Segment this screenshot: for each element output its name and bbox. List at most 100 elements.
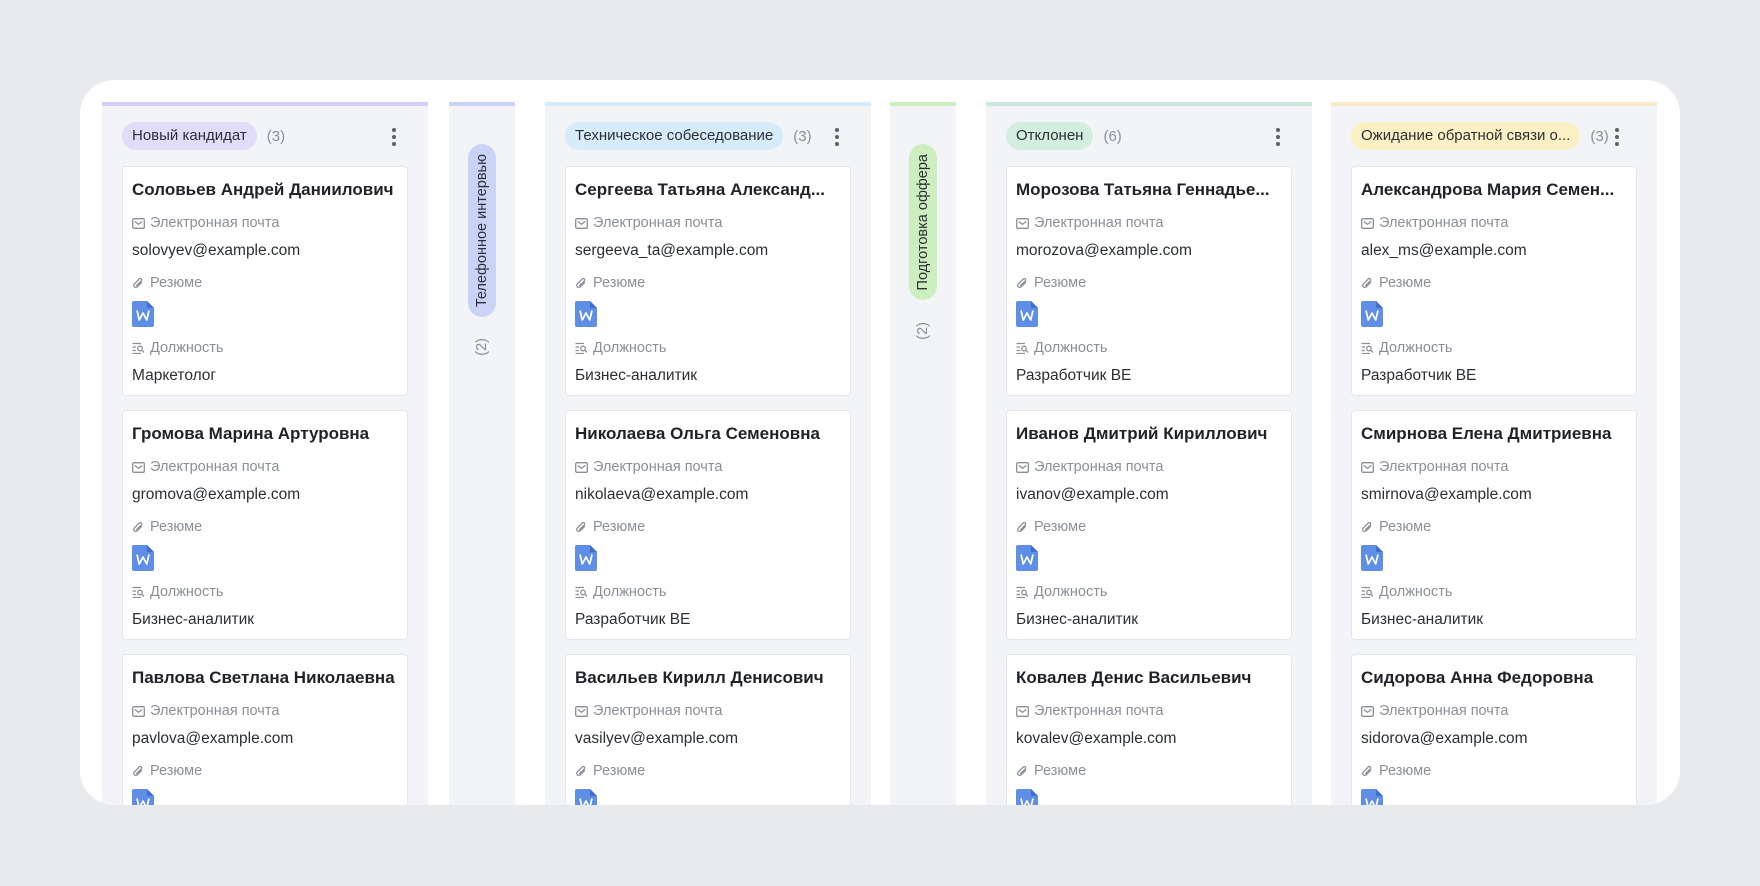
resume-label-text: Резюме xyxy=(1379,763,1432,779)
candidate-name[interactable]: Иванов Дмитрий Кириллович xyxy=(1016,411,1282,446)
column-tag[interactable]: Техническое собеседование xyxy=(565,122,784,150)
email-value[interactable]: kovalev@example.com xyxy=(1016,730,1282,750)
column-menu-icon[interactable] xyxy=(1607,126,1627,148)
column-title: Телефонное интервью xyxy=(474,154,490,308)
email-value[interactable]: vasilyev@example.com xyxy=(575,730,841,750)
candidate-name[interactable]: Александрова Мария Семен... xyxy=(1361,167,1627,202)
candidate-card[interactable]: Соловьев Андрей Даниилович Электронная по… xyxy=(122,166,408,396)
email-label: Электронная почта xyxy=(1361,702,1627,720)
candidate-card[interactable]: Николаева Ольга Семеновна Электронная поч… xyxy=(565,410,851,640)
column-phone-interview-collapsed[interactable]: Телефонное интервью (2) xyxy=(449,102,515,805)
paperclip-icon xyxy=(132,765,145,778)
position-label-text: Должность xyxy=(1034,340,1108,356)
position-label: Должность xyxy=(1361,583,1627,601)
candidate-card[interactable]: Александрова Мария Семен... Электронная п… xyxy=(1351,166,1637,396)
column-tag[interactable]: Новый кандидат xyxy=(122,122,257,150)
candidate-name[interactable]: Сидорова Анна Федоровна xyxy=(1361,655,1627,690)
mail-icon xyxy=(1361,217,1374,229)
candidate-name[interactable]: Соловьев Андрей Даниилович xyxy=(132,167,398,202)
resume-label-text: Резюме xyxy=(150,275,203,291)
column-technical-interview: Техническое собеседование (3) Сергеева Т… xyxy=(545,102,871,805)
resume-file-icon[interactable] xyxy=(575,545,841,571)
resume-file-icon[interactable] xyxy=(575,301,841,327)
position-label: Должность xyxy=(1361,339,1627,357)
column-menu-icon[interactable] xyxy=(384,126,404,148)
column-awaiting-feedback: Ожидание обратной связи о... (3) Алексан… xyxy=(1331,102,1657,805)
column-header: Техническое собеседование (3) xyxy=(565,120,857,152)
position-icon xyxy=(1361,586,1374,598)
candidate-name[interactable]: Морозова Татьяна Геннадье... xyxy=(1016,167,1282,202)
email-value[interactable]: ivanov@example.com xyxy=(1016,486,1282,506)
candidate-name[interactable]: Смирнова Елена Дмитриевна xyxy=(1361,411,1627,446)
card-list: Морозова Татьяна Геннадье... Электронная … xyxy=(1006,166,1292,805)
resume-file-icon[interactable] xyxy=(1361,545,1627,571)
email-label-text: Электронная почта xyxy=(150,459,280,475)
column-offer-preparation-collapsed[interactable]: Подготовка оффера (2) xyxy=(890,102,956,805)
paperclip-icon xyxy=(132,277,145,290)
email-value[interactable]: nikolaeva@example.com xyxy=(575,486,841,506)
email-value[interactable]: alex_ms@example.com xyxy=(1361,242,1627,262)
email-value[interactable]: morozova@example.com xyxy=(1016,242,1282,262)
paperclip-icon xyxy=(1016,277,1029,290)
column-title: Подготовка оффера xyxy=(915,154,931,291)
email-value[interactable]: solovyev@example.com xyxy=(132,242,398,262)
email-label-text: Электронная почта xyxy=(593,703,723,719)
candidate-name[interactable]: Васильев Кирилл Денисович xyxy=(575,655,841,690)
mail-icon xyxy=(132,705,145,717)
email-label-text: Электронная почта xyxy=(1034,459,1164,475)
mail-icon xyxy=(575,461,588,473)
candidate-name[interactable]: Громова Марина Артуровна xyxy=(132,411,398,446)
resume-file-icon[interactable] xyxy=(132,545,398,571)
position-value: Разработчик BE xyxy=(1016,367,1132,384)
email-label: Электронная почта xyxy=(132,702,398,720)
email-label: Электронная почта xyxy=(575,458,841,476)
resume-file-icon[interactable] xyxy=(1016,301,1282,327)
resume-file-icon[interactable] xyxy=(132,301,398,327)
candidate-name[interactable]: Ковалев Денис Васильевич xyxy=(1016,655,1282,690)
email-label-text: Электронная почта xyxy=(1379,459,1509,475)
column-tag[interactable]: Ожидание обратной связи о... xyxy=(1351,122,1581,150)
resume-label-text: Резюме xyxy=(1379,519,1432,535)
resume-file-icon[interactable] xyxy=(132,789,398,805)
card-list: Александрова Мария Семен... Электронная п… xyxy=(1351,166,1637,805)
email-value[interactable]: sergeeva_ta@example.com xyxy=(575,242,841,262)
email-value[interactable]: pavlova@example.com xyxy=(132,730,398,750)
email-value[interactable]: smirnova@example.com xyxy=(1361,486,1627,506)
position-label-text: Должность xyxy=(593,340,667,356)
candidate-card[interactable]: Громова Марина Артуровна Электронная почт… xyxy=(122,410,408,640)
email-value[interactable]: gromova@example.com xyxy=(132,486,398,506)
position-value: Бизнес-аналитик xyxy=(1016,611,1139,628)
candidate-name[interactable]: Сергеева Татьяна Александ... xyxy=(575,167,841,202)
resume-label-text: Резюме xyxy=(593,763,646,779)
candidate-name[interactable]: Павлова Светлана Николаевна xyxy=(132,655,398,690)
column-count: (2) xyxy=(474,338,490,356)
candidate-name[interactable]: Николаева Ольга Семеновна xyxy=(575,411,841,446)
candidate-card[interactable]: Ковалев Денис Васильевич Электронная почт… xyxy=(1006,654,1292,805)
column-menu-icon[interactable] xyxy=(827,126,847,148)
email-value[interactable]: sidorova@example.com xyxy=(1361,730,1627,750)
column-menu-icon[interactable] xyxy=(1268,126,1288,148)
resume-label-text: Резюме xyxy=(150,519,203,535)
candidate-card[interactable]: Иванов Дмитрий Кириллович Электронная поч… xyxy=(1006,410,1292,640)
candidate-card[interactable]: Морозова Татьяна Геннадье... Электронная … xyxy=(1006,166,1292,396)
paperclip-icon xyxy=(575,521,588,534)
candidate-card[interactable]: Сергеева Татьяна Александ... Электронная … xyxy=(565,166,851,396)
mail-icon xyxy=(132,461,145,473)
candidate-card[interactable]: Васильев Кирилл Денисович Электронная поч… xyxy=(565,654,851,805)
column-tag[interactable]: Отклонен xyxy=(1006,122,1094,150)
resume-file-icon[interactable] xyxy=(1016,545,1282,571)
resume-file-icon[interactable] xyxy=(575,789,841,805)
resume-file-icon[interactable] xyxy=(1361,789,1627,805)
candidate-card[interactable]: Павлова Светлана Николаевна Электронная п… xyxy=(122,654,408,805)
resume-file-icon[interactable] xyxy=(1361,301,1627,327)
column-tag[interactable]: Телефонное интервью xyxy=(468,144,496,318)
resume-file-icon[interactable] xyxy=(1016,789,1282,805)
candidate-card[interactable]: Сидорова Анна Федоровна Электронная почта… xyxy=(1351,654,1637,805)
mail-icon xyxy=(132,217,145,229)
card-list: Сергеева Татьяна Александ... Электронная … xyxy=(565,166,851,805)
column-header: Новый кандидат (3) xyxy=(122,120,414,152)
candidate-card[interactable]: Смирнова Елена Дмитриевна Электронная поч… xyxy=(1351,410,1637,640)
column-header: Ожидание обратной связи о... (3) xyxy=(1351,120,1643,152)
email-label: Электронная почта xyxy=(1016,214,1282,232)
column-tag[interactable]: Подготовка оффера xyxy=(909,144,937,301)
